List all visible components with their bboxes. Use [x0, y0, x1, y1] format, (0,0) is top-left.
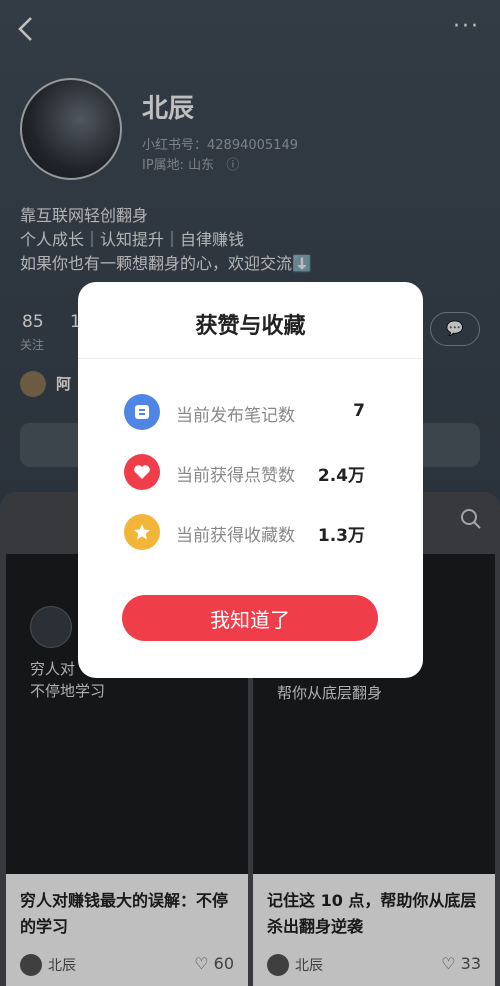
collections-count-label: 当前获得收藏数 — [176, 526, 295, 546]
collections-count-value: 1.3万 — [317, 526, 365, 546]
notes-count-value: 7 — [353, 401, 365, 421]
likes-collections-dialog: 获赞与收藏 当前发布笔记数 7 当前获得点赞数 2.4万 当前获得收藏数 1.3… — [78, 282, 423, 678]
star-icon — [124, 514, 160, 550]
likes-count-label: 当前获得点赞数 — [176, 466, 295, 486]
heart-icon — [124, 454, 160, 490]
dialog-title: 获赞与收藏 — [195, 314, 306, 339]
notes-count-label: 当前发布笔记数 — [176, 406, 295, 426]
likes-count-value: 2.4万 — [317, 466, 365, 486]
got-it-button[interactable]: 我知道了 — [122, 595, 378, 641]
note-icon — [124, 394, 160, 430]
dialog-divider — [78, 358, 423, 359]
